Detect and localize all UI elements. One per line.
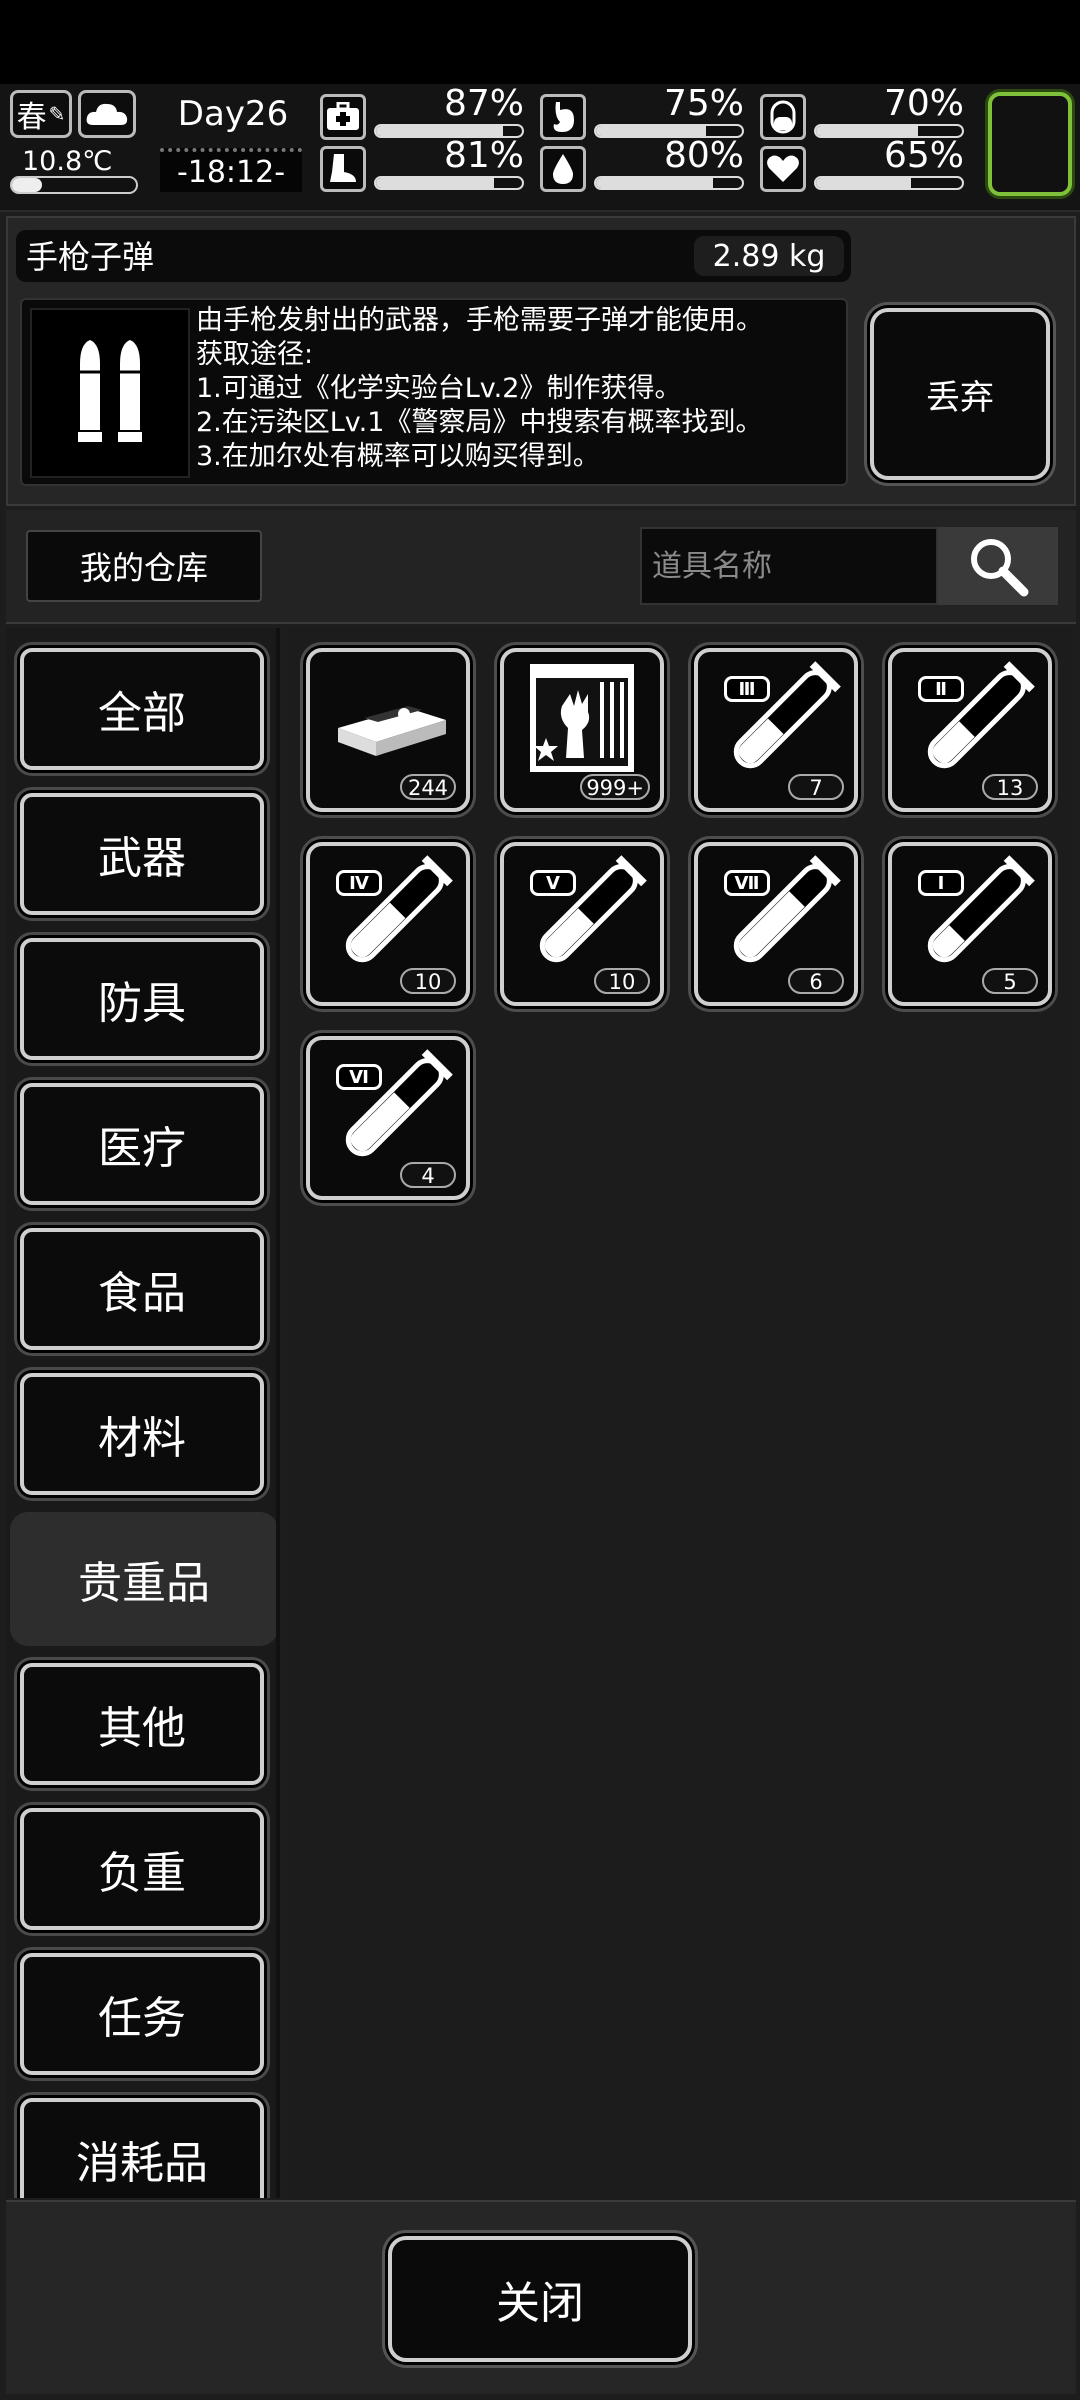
category-quest[interactable]: 任务 bbox=[20, 1953, 264, 2075]
category-sidebar: 全部 武器 防具 医疗 食品 材料 贵重品 其他 负重 任务 消耗品 bbox=[6, 628, 280, 2198]
item-weight: 2.89 kg bbox=[694, 236, 844, 276]
leaf-icon: ✎ bbox=[48, 102, 66, 126]
medkit-icon bbox=[320, 94, 366, 140]
test-tube-icon bbox=[733, 661, 841, 769]
thirst-bar-fill bbox=[596, 178, 713, 188]
system-status-bar bbox=[0, 0, 1080, 84]
search-icon bbox=[971, 539, 1029, 597]
inventory-slot[interactable]: Ⅳ 10 bbox=[306, 842, 470, 1006]
status-slot-button[interactable] bbox=[988, 92, 1072, 196]
health-percent: 87% bbox=[443, 83, 524, 124]
thermometer-icon bbox=[10, 176, 138, 194]
water-drop-icon bbox=[540, 146, 586, 192]
stamina-bar bbox=[374, 176, 524, 190]
inventory-slot[interactable]: Ⅵ 4 bbox=[306, 1036, 470, 1200]
test-tube-icon bbox=[927, 661, 1035, 769]
mood-bar-fill bbox=[816, 178, 911, 188]
category-other[interactable]: 其他 bbox=[20, 1663, 264, 1785]
temperature-label: 10.8℃ bbox=[22, 146, 113, 177]
test-tube-icon bbox=[345, 1049, 453, 1157]
close-button[interactable]: 关闭 bbox=[388, 2236, 692, 2362]
category-all[interactable]: 全部 bbox=[20, 648, 264, 770]
item-count: 7 bbox=[788, 774, 844, 800]
pill-icon bbox=[760, 94, 806, 140]
boot-icon bbox=[320, 146, 366, 192]
item-count: 5 bbox=[982, 968, 1038, 994]
season-badge: 春 ✎ bbox=[10, 90, 72, 138]
bullets-icon bbox=[30, 308, 190, 478]
inventory-slot[interactable]: Ⅲ 7 bbox=[694, 648, 858, 812]
item-count: 999+ bbox=[580, 774, 650, 800]
stamina-bar-fill bbox=[376, 178, 495, 188]
inventory-slot[interactable]: 244 bbox=[306, 648, 470, 812]
season-label: 春 bbox=[16, 100, 47, 135]
test-tube-icon bbox=[733, 855, 841, 963]
item-count: 13 bbox=[982, 774, 1038, 800]
category-food[interactable]: 食品 bbox=[20, 1228, 264, 1350]
item-count: 4 bbox=[400, 1162, 456, 1188]
category-valuables[interactable]: 贵重品 bbox=[16, 1518, 272, 1640]
tier-badge: Ⅳ bbox=[336, 870, 382, 896]
tier-badge: Ⅴ bbox=[530, 870, 576, 896]
day-counter: Day26 bbox=[177, 94, 289, 134]
inventory-slot[interactable]: 999+ bbox=[500, 648, 664, 812]
tier-badge: Ⅱ bbox=[918, 676, 964, 702]
item-name: 手枪子弹 bbox=[26, 238, 155, 276]
tier-badge: Ⅲ bbox=[724, 676, 770, 702]
category-armor[interactable]: 防具 bbox=[20, 938, 264, 1060]
category-materials[interactable]: 材料 bbox=[20, 1373, 264, 1495]
search-button[interactable] bbox=[938, 527, 1058, 605]
warehouse-title: 我的仓库 bbox=[26, 530, 262, 602]
hunger-percent: 75% bbox=[663, 83, 744, 124]
tier-badge: Ⅰ bbox=[918, 870, 964, 896]
clock-time: -18:12- bbox=[160, 148, 302, 192]
zombie-card-icon bbox=[530, 664, 634, 772]
cash-stack-icon bbox=[338, 706, 446, 756]
thirst-bar bbox=[594, 176, 744, 190]
stomach-icon bbox=[540, 94, 586, 140]
stamina-percent: 81% bbox=[443, 135, 524, 176]
test-tube-icon bbox=[345, 855, 453, 963]
medicine-percent: 70% bbox=[883, 83, 964, 124]
item-count: 6 bbox=[788, 968, 844, 994]
thirst-percent: 80% bbox=[663, 135, 744, 176]
item-description: 由手枪发射出的武器，手枪需要子弹才能使用。 获取途径: 1.可通过《化学实验台L… bbox=[196, 305, 763, 472]
tier-badge: Ⅵ bbox=[336, 1064, 382, 1090]
tier-badge: Ⅶ bbox=[724, 870, 770, 896]
item-count: 244 bbox=[400, 774, 456, 800]
inventory-slot[interactable]: Ⅴ 10 bbox=[500, 842, 664, 1006]
inventory-grid: 244 999+ Ⅲ 7 Ⅱ 13 Ⅳ 10 Ⅴ 10 Ⅶ 6 Ⅰ 5 Ⅵ 4 bbox=[286, 628, 1074, 2198]
inventory-slot[interactable]: Ⅶ 6 bbox=[694, 842, 858, 1006]
inventory-slot[interactable]: Ⅱ 13 bbox=[888, 648, 1052, 812]
item-count: 10 bbox=[594, 968, 650, 994]
category-weapons[interactable]: 武器 bbox=[20, 793, 264, 915]
category-medical[interactable]: 医疗 bbox=[20, 1083, 264, 1205]
test-tube-icon bbox=[539, 855, 647, 963]
mood-percent: 65% bbox=[883, 135, 964, 176]
category-consumables[interactable]: 消耗品 bbox=[20, 2098, 264, 2198]
search-input[interactable] bbox=[640, 527, 938, 605]
mood-bar bbox=[814, 176, 964, 190]
item-count: 10 bbox=[400, 968, 456, 994]
inventory-slot[interactable]: Ⅰ 5 bbox=[888, 842, 1052, 1006]
category-load[interactable]: 负重 bbox=[20, 1808, 264, 1930]
heart-icon bbox=[760, 146, 806, 192]
test-tube-icon bbox=[927, 855, 1035, 963]
weather-cloud-icon bbox=[78, 90, 136, 138]
discard-button[interactable]: 丢弃 bbox=[870, 308, 1050, 480]
